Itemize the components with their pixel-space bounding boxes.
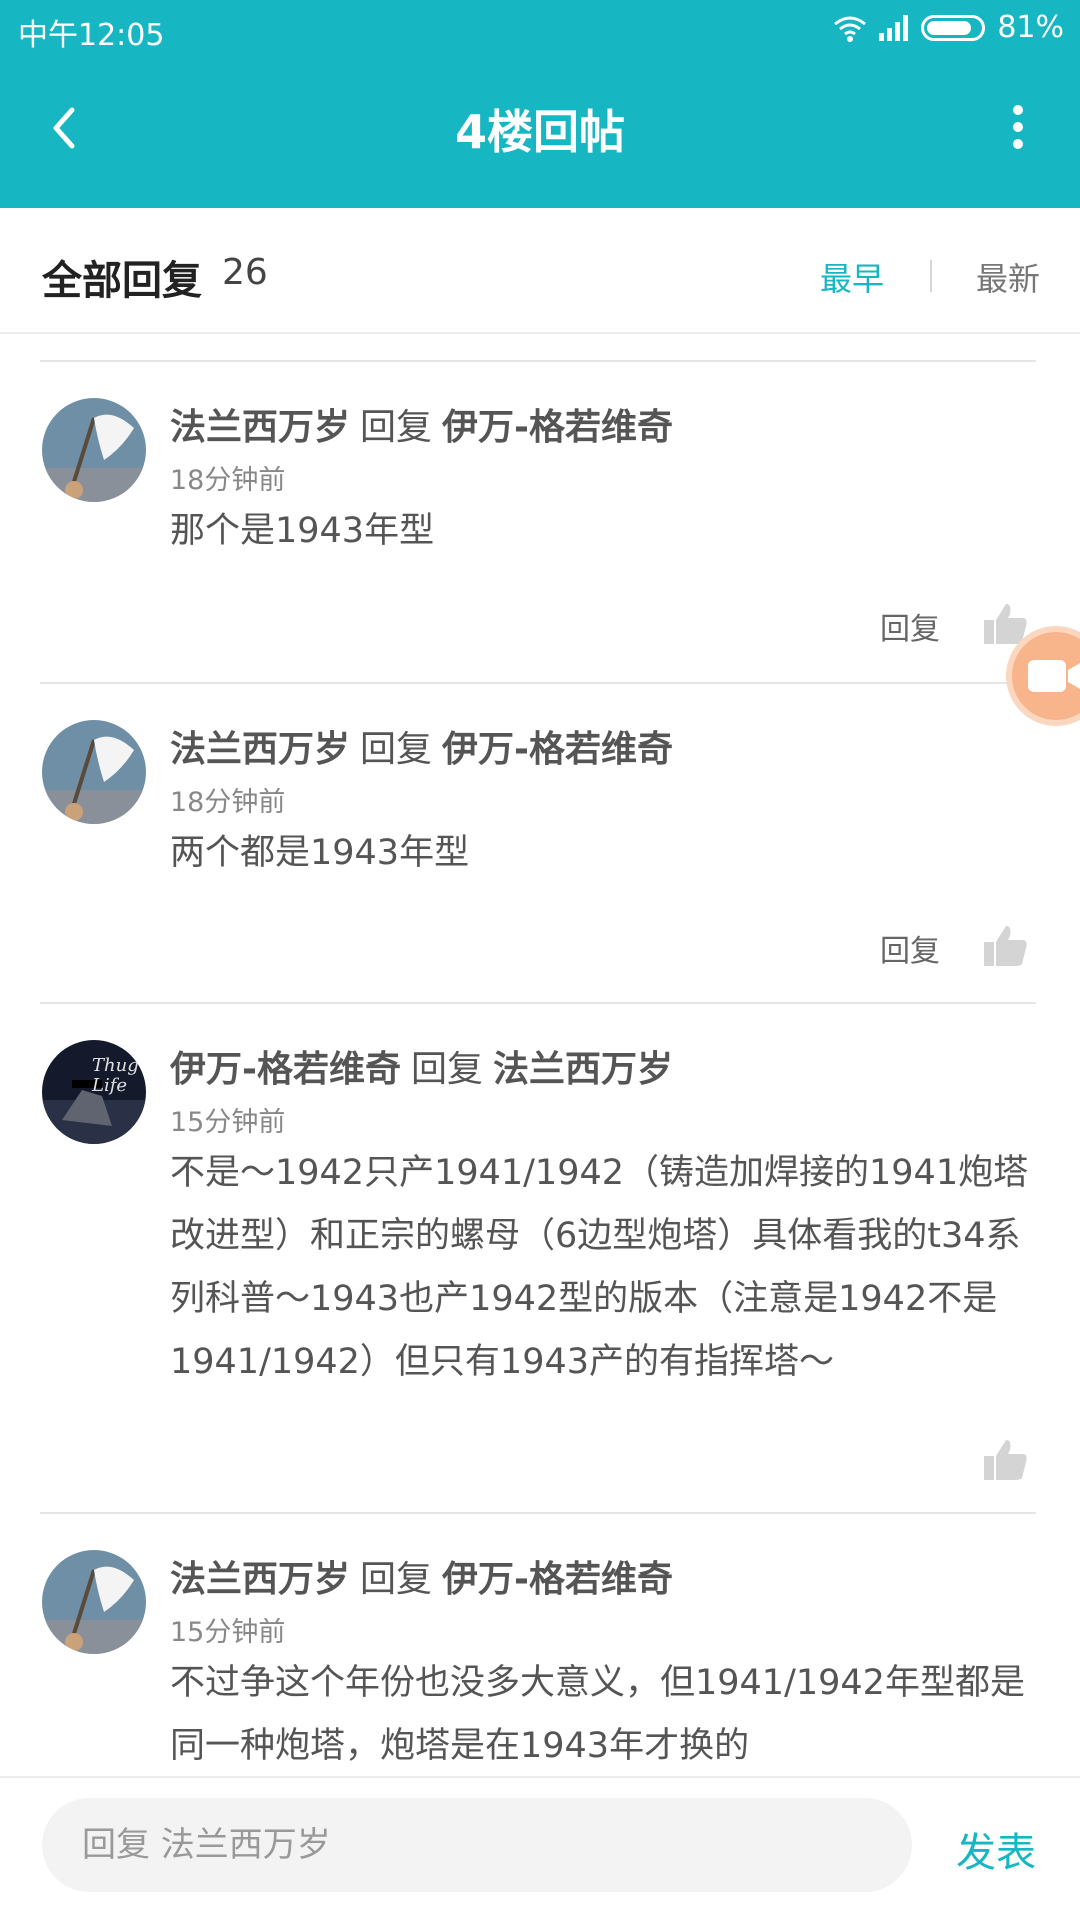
reply-count: 26 bbox=[222, 252, 268, 293]
sort-earliest-tab[interactable]: 最早 bbox=[820, 254, 884, 300]
white-flag-avatar-icon bbox=[42, 1550, 146, 1654]
avatar[interactable] bbox=[42, 720, 146, 824]
target-name[interactable]: 伊万-格若维奇 bbox=[442, 1559, 673, 1600]
thumbs-up-icon bbox=[984, 1440, 1027, 1480]
reply-input-bar: 发表 bbox=[0, 1776, 1080, 1920]
avatar[interactable] bbox=[42, 1550, 146, 1654]
sort-divider bbox=[930, 260, 932, 292]
timestamp: 18分钟前 bbox=[170, 465, 286, 496]
author-name[interactable]: 伊万-格若维奇 bbox=[170, 1049, 401, 1090]
signal-icon bbox=[879, 14, 909, 41]
reply-button[interactable]: 回复 bbox=[880, 604, 940, 648]
author-name[interactable]: 法兰西万岁 bbox=[170, 1559, 350, 1600]
reply-word: 回复 bbox=[360, 729, 433, 770]
like-button[interactable] bbox=[982, 1436, 1028, 1482]
publish-button[interactable]: 发表 bbox=[956, 1820, 1036, 1878]
thumbs-up-icon bbox=[984, 926, 1027, 966]
white-flag-avatar-icon bbox=[42, 398, 146, 502]
avatar-caption: Thug Life bbox=[92, 1055, 139, 1096]
target-name[interactable]: 伊万-格若维奇 bbox=[442, 407, 673, 448]
wifi-icon bbox=[834, 16, 867, 42]
timestamp: 15分钟前 bbox=[170, 1107, 286, 1138]
top-bar: 4楼回帖 bbox=[0, 58, 1080, 208]
more-options-button[interactable] bbox=[1008, 102, 1028, 152]
reply-item: 法兰西万岁 回复 伊万-格若维奇 18分钟前 那个是1943年型 回复 bbox=[0, 362, 1080, 682]
reply-filter-bar: 全部回复 26 最早 最新 bbox=[0, 208, 1080, 334]
reply-button[interactable]: 回复 bbox=[880, 926, 940, 970]
reply-content: 不是～1942只产1941/1942（铸造加焊接的1941炮塔改进型）和正宗的螺… bbox=[170, 1153, 1029, 1382]
reply-word: 回复 bbox=[360, 1559, 433, 1600]
like-button[interactable] bbox=[982, 922, 1028, 968]
video-camera-icon bbox=[1028, 660, 1080, 692]
all-replies-title: 全部回复 bbox=[42, 258, 202, 304]
reply-content: 不过争这个年份也没多大意义，但1941/1942年型都是同一种炮塔，炮塔是在19… bbox=[170, 1663, 1025, 1766]
status-bar: 中午12:05 81% bbox=[0, 0, 1080, 58]
reply-item: 法兰西万岁 回复 伊万-格若维奇 18分钟前 两个都是1943年型 回复 bbox=[0, 684, 1080, 1002]
sort-latest-tab[interactable]: 最新 bbox=[976, 254, 1040, 300]
white-flag-avatar-icon bbox=[42, 720, 146, 824]
avatar[interactable] bbox=[42, 398, 146, 502]
page-title: 4楼回帖 bbox=[454, 105, 625, 159]
battery-percent: 81% bbox=[997, 10, 1064, 45]
timestamp: 18分钟前 bbox=[170, 787, 286, 818]
reply-content: 那个是1943年型 bbox=[170, 511, 435, 551]
target-name[interactable]: 伊万-格若维奇 bbox=[442, 729, 673, 770]
reply-content: 两个都是1943年型 bbox=[170, 833, 470, 873]
status-time: 中午12:05 bbox=[18, 18, 165, 53]
reply-item: Thug Life 伊万-格若维奇 回复 法兰西万岁 15分钟前 不是～1942只产… bbox=[0, 1004, 1080, 1512]
more-vertical-icon bbox=[1013, 105, 1023, 149]
timestamp: 15分钟前 bbox=[170, 1617, 286, 1648]
author-name[interactable]: 法兰西万岁 bbox=[170, 407, 350, 448]
author-name[interactable]: 法兰西万岁 bbox=[170, 729, 350, 770]
battery-icon bbox=[921, 14, 986, 41]
reply-word: 回复 bbox=[360, 407, 433, 448]
reply-item: 法兰西万岁 回复 伊万-格若维奇 15分钟前 不过争这个年份也没多大意义，但1941… bbox=[0, 1514, 1080, 1776]
target-name[interactable]: 法兰西万岁 bbox=[493, 1049, 673, 1090]
reply-input[interactable] bbox=[42, 1798, 912, 1892]
reply-word: 回复 bbox=[410, 1049, 483, 1090]
avatar[interactable]: Thug Life bbox=[42, 1040, 146, 1144]
